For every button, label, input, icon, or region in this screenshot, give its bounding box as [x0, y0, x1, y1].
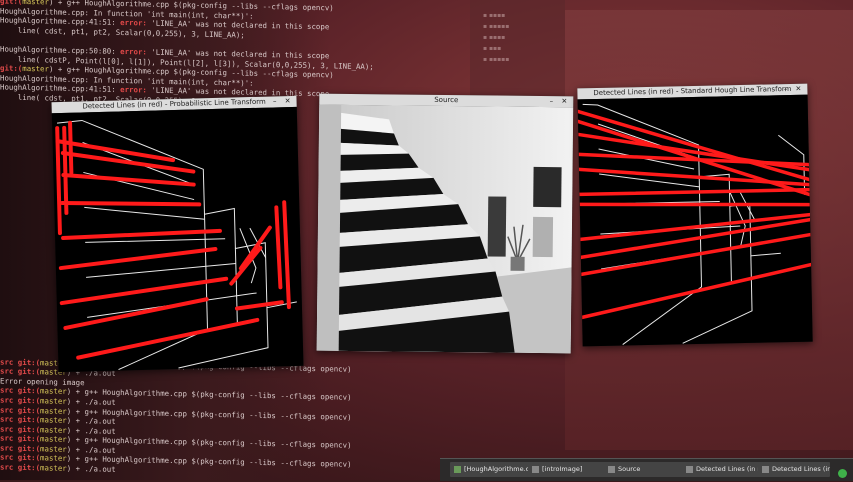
prompt-prefix: src git:( — [0, 366, 41, 377]
prompt-prefix: src git:( — [0, 462, 41, 473]
prompt-prefix: src git:( — [0, 433, 41, 444]
error-label: error: — [120, 85, 152, 95]
standard-window[interactable]: Detected Lines (in red) - Standard Hough… — [577, 83, 813, 347]
system-tray — [834, 463, 847, 478]
probabilistic-edges — [55, 119, 297, 371]
prompt-prefix: src git:( — [0, 452, 41, 463]
terminal-icon — [454, 465, 461, 473]
window-controls[interactable]: – ✕ — [784, 84, 805, 95]
git-branch: master — [40, 463, 67, 473]
git-branch: master — [40, 396, 67, 406]
error-label: error: — [120, 18, 152, 28]
git-branch: master — [22, 0, 49, 7]
window-controls[interactable]: – ✕ — [550, 96, 571, 107]
taskbar-item[interactable]: [HoughAlgorithme.c... — [450, 462, 530, 477]
git-branch: master — [22, 64, 49, 74]
taskbar: [HoughAlgorithme.c... [introImage] Sourc… — [440, 458, 853, 481]
window-icon — [608, 465, 615, 473]
prompt-prefix: src git:( — [0, 385, 41, 396]
line-text: ) + ./a.out — [66, 396, 116, 407]
error-label: error: — [120, 46, 152, 57]
taskbar-item[interactable]: [introImage] — [528, 462, 606, 477]
standard-canvas — [577, 94, 813, 347]
probabilistic-canvas — [51, 106, 304, 373]
source-photo — [316, 104, 574, 354]
line-text: ) + ./a.out — [66, 444, 116, 455]
window-title: Source — [434, 95, 459, 105]
prompt-prefix: src git:( — [0, 404, 41, 415]
probabilistic-window[interactable]: Detected Lines (in red) - Probabilistic … — [51, 95, 304, 373]
source-window[interactable]: Source – ✕ — [316, 93, 574, 354]
line-text: ) + ./a.out — [66, 425, 116, 436]
window-controls[interactable]: – ✕ — [273, 96, 294, 108]
prompt-prefix: git:( — [0, 0, 23, 6]
staircase-photo — [316, 104, 574, 354]
window-icon — [686, 465, 693, 473]
taskbar-item[interactable]: Detected Lines (in re... — [758, 462, 830, 477]
git-branch: master — [40, 415, 67, 425]
prompt-prefix: src git:( — [0, 395, 41, 406]
git-branch: master — [40, 386, 67, 397]
taskbar-item[interactable]: Detected Lines (in re... — [682, 462, 760, 477]
git-branch: master — [40, 434, 67, 445]
git-branch: master — [40, 405, 67, 416]
prompt-prefix: src git:( — [0, 424, 41, 434]
file-manager-blur: ▪ ▪▪▪▪ ▪ ▪▪▪▪▪ ▪ ▪▪▪▪ ▪ ▪▪▪ ▪ ▪▪▪▪▪ — [483, 12, 510, 63]
prompt-prefix: src git:( — [0, 414, 41, 425]
git-branch: master — [40, 453, 67, 464]
window-icon — [762, 465, 769, 473]
prompt-prefix: git:( — [0, 63, 23, 74]
prompt-prefix: src git:( — [0, 443, 41, 454]
git-branch: master — [40, 444, 67, 454]
status-icon[interactable] — [838, 469, 847, 478]
line-text: ) + ./a.out — [66, 415, 116, 426]
image-icon — [532, 465, 539, 473]
standard-edges — [577, 103, 813, 345]
taskbar-item[interactable]: Source — [604, 462, 684, 477]
line-text: ) + ./a.out — [66, 463, 116, 474]
prompt-prefix: src git:( — [0, 356, 41, 367]
git-branch: master — [40, 424, 67, 435]
